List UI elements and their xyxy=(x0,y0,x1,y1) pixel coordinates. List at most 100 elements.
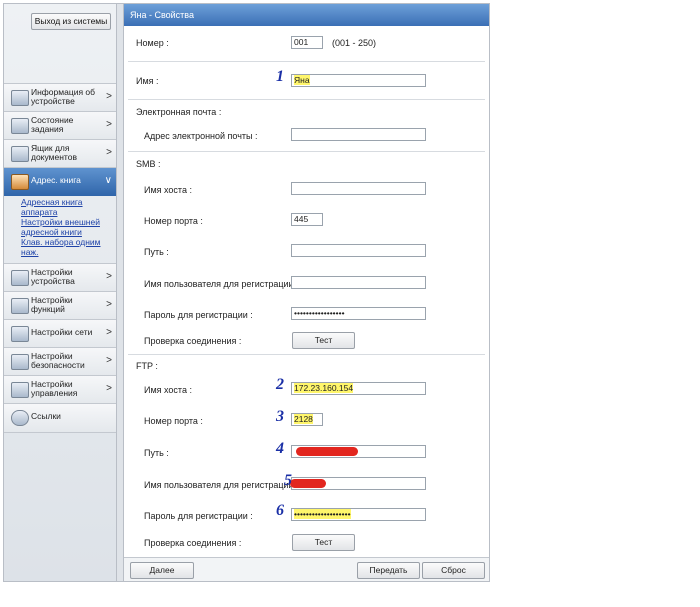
address-book-submenu: Адресная книга аппарата Настройки внешне… xyxy=(21,197,113,257)
sidebar-item-security-settings[interactable]: Настройки безопасности > xyxy=(4,347,116,376)
chevron-right-icon: > xyxy=(106,91,112,102)
ftp-port-input[interactable]: 2128 xyxy=(291,413,323,426)
smb-check-label: Проверка соединения : xyxy=(144,336,242,346)
sidebar-item-label: Ссылки xyxy=(31,411,61,421)
sidebar-item-document-box[interactable]: Ящик для документов > xyxy=(4,139,116,168)
ftp-path-input[interactable] xyxy=(291,445,426,458)
properties-panel: Яна - Свойства Номер : 001 (001 - 250) И… xyxy=(123,4,489,581)
ftp-host-input[interactable]: 172.23.160.154 xyxy=(291,382,426,395)
panel-footer: Далее Передать Сброс xyxy=(124,557,489,581)
redacted-mark xyxy=(290,479,326,488)
logout-button[interactable]: Выход из системы xyxy=(31,13,111,30)
name-input[interactable]: Яна xyxy=(291,74,426,87)
annotation-number: 1 xyxy=(276,68,284,85)
chevron-down-icon: ∨ xyxy=(104,175,112,186)
ftp-host-value: 172.23.160.154 xyxy=(294,383,354,393)
email-input[interactable] xyxy=(291,128,426,141)
smb-path-input[interactable] xyxy=(291,244,426,257)
divider xyxy=(128,61,485,62)
ftp-password-input[interactable]: ••••••••••••••••••• xyxy=(291,508,426,521)
sidebar-item-device-settings[interactable]: Настройки устройства > xyxy=(4,263,116,292)
annotation-number: 3 xyxy=(276,408,284,425)
email-section-title: Электронная почта : xyxy=(136,107,222,117)
function-settings-icon xyxy=(11,298,29,314)
send-button[interactable]: Передать xyxy=(357,562,420,579)
smb-host-input[interactable] xyxy=(291,182,426,195)
chevron-right-icon: > xyxy=(106,327,112,338)
management-icon xyxy=(11,382,29,398)
ftp-path-label: Путь : xyxy=(144,448,169,458)
number-range: (001 - 250) xyxy=(332,38,377,48)
panel-title: Яна - Свойства xyxy=(124,4,489,26)
number-label: Номер : xyxy=(136,38,169,48)
annotation-number: 6 xyxy=(276,502,284,519)
smb-password-input[interactable]: ••••••••••••••••• xyxy=(291,307,426,320)
sidebar-item-label: Настройки устройства xyxy=(31,267,75,286)
device-info-icon xyxy=(11,90,29,106)
ftp-user-input[interactable] xyxy=(290,477,426,490)
redacted-mark xyxy=(296,447,358,456)
next-button[interactable]: Далее xyxy=(130,562,194,579)
chevron-right-icon: > xyxy=(106,355,112,366)
smb-section-title: SMB : xyxy=(136,159,161,169)
ftp-port-value: 2128 xyxy=(294,414,313,424)
chevron-right-icon: > xyxy=(106,271,112,282)
smb-user-label: Имя пользователя для регистрации : xyxy=(144,279,299,289)
name-value: Яна xyxy=(294,75,310,85)
divider xyxy=(128,354,485,355)
ftp-test-button[interactable]: Тест xyxy=(292,534,355,551)
chevron-right-icon: > xyxy=(106,299,112,310)
sidebar-item-label: Ящик для документов xyxy=(31,143,77,162)
sidebar-item-device-info[interactable]: Информация об устройстве > xyxy=(4,83,116,112)
annotation-number: 4 xyxy=(276,440,284,457)
chevron-right-icon: > xyxy=(106,119,112,130)
chevron-right-icon: > xyxy=(106,383,112,394)
smb-port-label: Номер порта : xyxy=(144,216,203,226)
globe-icon xyxy=(11,410,29,426)
ftp-check-label: Проверка соединения : xyxy=(144,538,242,548)
sidebar-item-label: Настройки безопасности xyxy=(31,351,85,370)
number-input[interactable]: 001 xyxy=(291,36,323,49)
ftp-section-title: FTP : xyxy=(136,361,158,371)
sublink-device-address-book[interactable]: Адресная книга аппарата xyxy=(21,197,113,217)
smb-port-input[interactable]: 445 xyxy=(291,213,323,226)
sidebar-item-label: Настройки сети xyxy=(31,327,93,337)
ftp-password-label: Пароль для регистрации : xyxy=(144,511,253,521)
job-status-icon xyxy=(11,118,29,134)
divider xyxy=(128,99,485,100)
sublink-one-touch-keys[interactable]: Клав. набора одним наж. xyxy=(21,237,113,257)
smb-user-input[interactable] xyxy=(291,276,426,289)
sidebar-item-function-settings[interactable]: Настройки функций > xyxy=(4,291,116,320)
shield-icon xyxy=(11,354,29,370)
divider xyxy=(128,151,485,152)
name-label: Имя : xyxy=(136,76,159,86)
sidebar-item-network-settings[interactable]: Настройки сети > xyxy=(4,319,116,348)
sidebar-item-job-status[interactable]: Состояние задания > xyxy=(4,111,116,140)
document-box-icon xyxy=(11,146,29,162)
address-book-icon xyxy=(11,174,29,190)
smb-path-label: Путь : xyxy=(144,247,169,257)
ftp-host-label: Имя хоста : xyxy=(144,385,192,395)
sidebar-item-label: Адрес. книга xyxy=(31,175,81,185)
chevron-right-icon: > xyxy=(106,147,112,158)
sidebar-item-management-settings[interactable]: Настройки управления > xyxy=(4,375,116,404)
smb-host-label: Имя хоста : xyxy=(144,185,192,195)
sidebar-item-links[interactable]: Ссылки xyxy=(4,403,116,433)
smb-password-label: Пароль для регистрации : xyxy=(144,310,253,320)
sidebar: Выход из системы Информация об устройств… xyxy=(4,4,117,581)
ftp-user-label: Имя пользователя для регистрации : xyxy=(144,480,299,490)
sublink-external-address-book[interactable]: Настройки внешней адресной книги xyxy=(21,217,113,237)
email-label: Адрес электронной почты : xyxy=(144,131,258,141)
smb-test-button[interactable]: Тест xyxy=(292,332,355,349)
reset-button[interactable]: Сброс xyxy=(422,562,485,579)
sidebar-item-label: Настройки функций xyxy=(31,295,73,314)
annotation-number: 2 xyxy=(276,376,284,393)
ftp-password-value: ••••••••••••••••••• xyxy=(294,509,351,519)
sidebar-item-address-book[interactable]: Адрес. книга ∨ xyxy=(4,167,116,196)
screenshot-frame: Выход из системы Информация об устройств… xyxy=(3,3,490,582)
sidebar-item-label: Состояние задания xyxy=(31,115,74,134)
ftp-port-label: Номер порта : xyxy=(144,416,203,426)
sidebar-item-label: Настройки управления xyxy=(31,379,78,398)
device-settings-icon xyxy=(11,270,29,286)
network-icon xyxy=(11,326,29,342)
